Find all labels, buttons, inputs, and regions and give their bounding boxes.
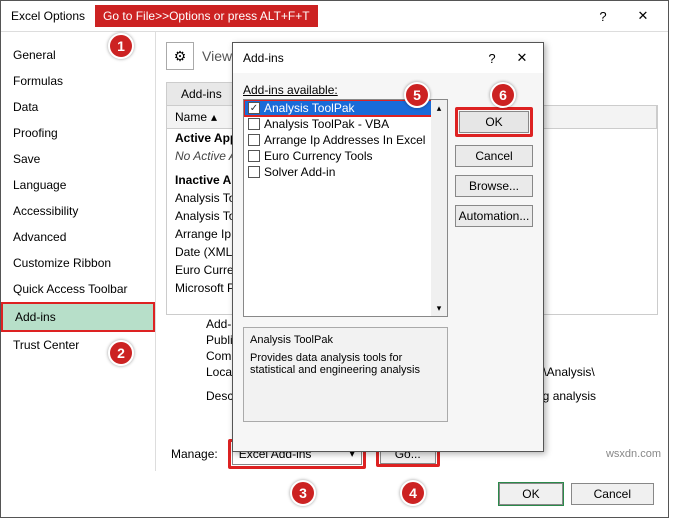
list-item[interactable]: Euro Currency Tools: [244, 148, 447, 164]
description-box: Analysis ToolPak Provides data analysis …: [243, 327, 448, 422]
badge-2: 2: [108, 340, 134, 366]
list-item[interactable]: Solver Add-in: [244, 164, 447, 180]
addins-icon: ⚙: [166, 42, 194, 70]
ok-button[interactable]: OK: [499, 483, 562, 505]
section-tab-addins: Add-ins: [166, 82, 237, 105]
sidebar-item-customize-ribbon[interactable]: Customize Ribbon: [1, 250, 155, 276]
instruction-label: Go to File>>Options or press ALT+F+T: [95, 5, 318, 27]
checkbox-icon[interactable]: [248, 150, 260, 162]
checkbox-icon[interactable]: [248, 166, 260, 178]
cancel-button[interactable]: Cancel: [571, 483, 654, 505]
sidebar-item-data[interactable]: Data: [1, 94, 155, 120]
sidebar-item-formulas[interactable]: Formulas: [1, 68, 155, 94]
options-sidebar: General Formulas Data Proofing Save Lang…: [1, 32, 156, 471]
scrollbar[interactable]: ▴ ▾: [431, 100, 447, 316]
checkbox-icon[interactable]: [248, 118, 260, 130]
sidebar-item-accessibility[interactable]: Accessibility: [1, 198, 155, 224]
watermark: wsxdn.com: [606, 448, 661, 460]
list-item[interactable]: Arrange Ip Addresses In Excel: [244, 132, 447, 148]
dialog-title: Excel Options: [11, 9, 85, 23]
sidebar-item-addins[interactable]: Add-ins: [1, 302, 155, 332]
sidebar-item-language[interactable]: Language: [1, 172, 155, 198]
scroll-up-icon[interactable]: ▴: [431, 100, 447, 116]
inner-cancel-button[interactable]: Cancel: [455, 145, 533, 167]
sidebar-item-proofing[interactable]: Proofing: [1, 120, 155, 146]
title-bar: Excel Options Go to File>>Options or pre…: [1, 1, 668, 31]
addins-listbox[interactable]: Analysis ToolPak Analysis ToolPak - VBA …: [243, 99, 448, 317]
inner-title: Add-ins: [243, 51, 284, 65]
inner-ok-button[interactable]: OK: [459, 111, 529, 133]
desc-title: Analysis ToolPak: [250, 334, 441, 346]
inner-title-bar: Add-ins ? ✕: [233, 43, 543, 73]
checkbox-icon[interactable]: [248, 102, 260, 114]
sidebar-item-qat[interactable]: Quick Access Toolbar: [1, 276, 155, 302]
close-button[interactable]: ✕: [623, 5, 663, 27]
list-item[interactable]: Analysis ToolPak - VBA: [244, 116, 447, 132]
manage-label: Manage:: [171, 447, 218, 461]
badge-1: 1: [108, 33, 134, 59]
scroll-down-icon[interactable]: ▾: [431, 300, 447, 316]
badge-3: 3: [290, 480, 316, 506]
sidebar-item-save[interactable]: Save: [1, 146, 155, 172]
inner-close-button[interactable]: ✕: [507, 47, 537, 69]
sidebar-item-advanced[interactable]: Advanced: [1, 224, 155, 250]
help-button[interactable]: ?: [583, 5, 623, 27]
automation-button[interactable]: Automation...: [455, 205, 533, 227]
inner-help-button[interactable]: ?: [477, 47, 507, 69]
desc-body: Provides data analysis tools for statist…: [250, 352, 441, 376]
checkbox-icon[interactable]: [248, 134, 260, 146]
badge-5: 5: [404, 82, 430, 108]
sort-icon: ▴: [211, 110, 217, 124]
badge-6: 6: [490, 82, 516, 108]
badge-4: 4: [400, 480, 426, 506]
browse-button[interactable]: Browse...: [455, 175, 533, 197]
